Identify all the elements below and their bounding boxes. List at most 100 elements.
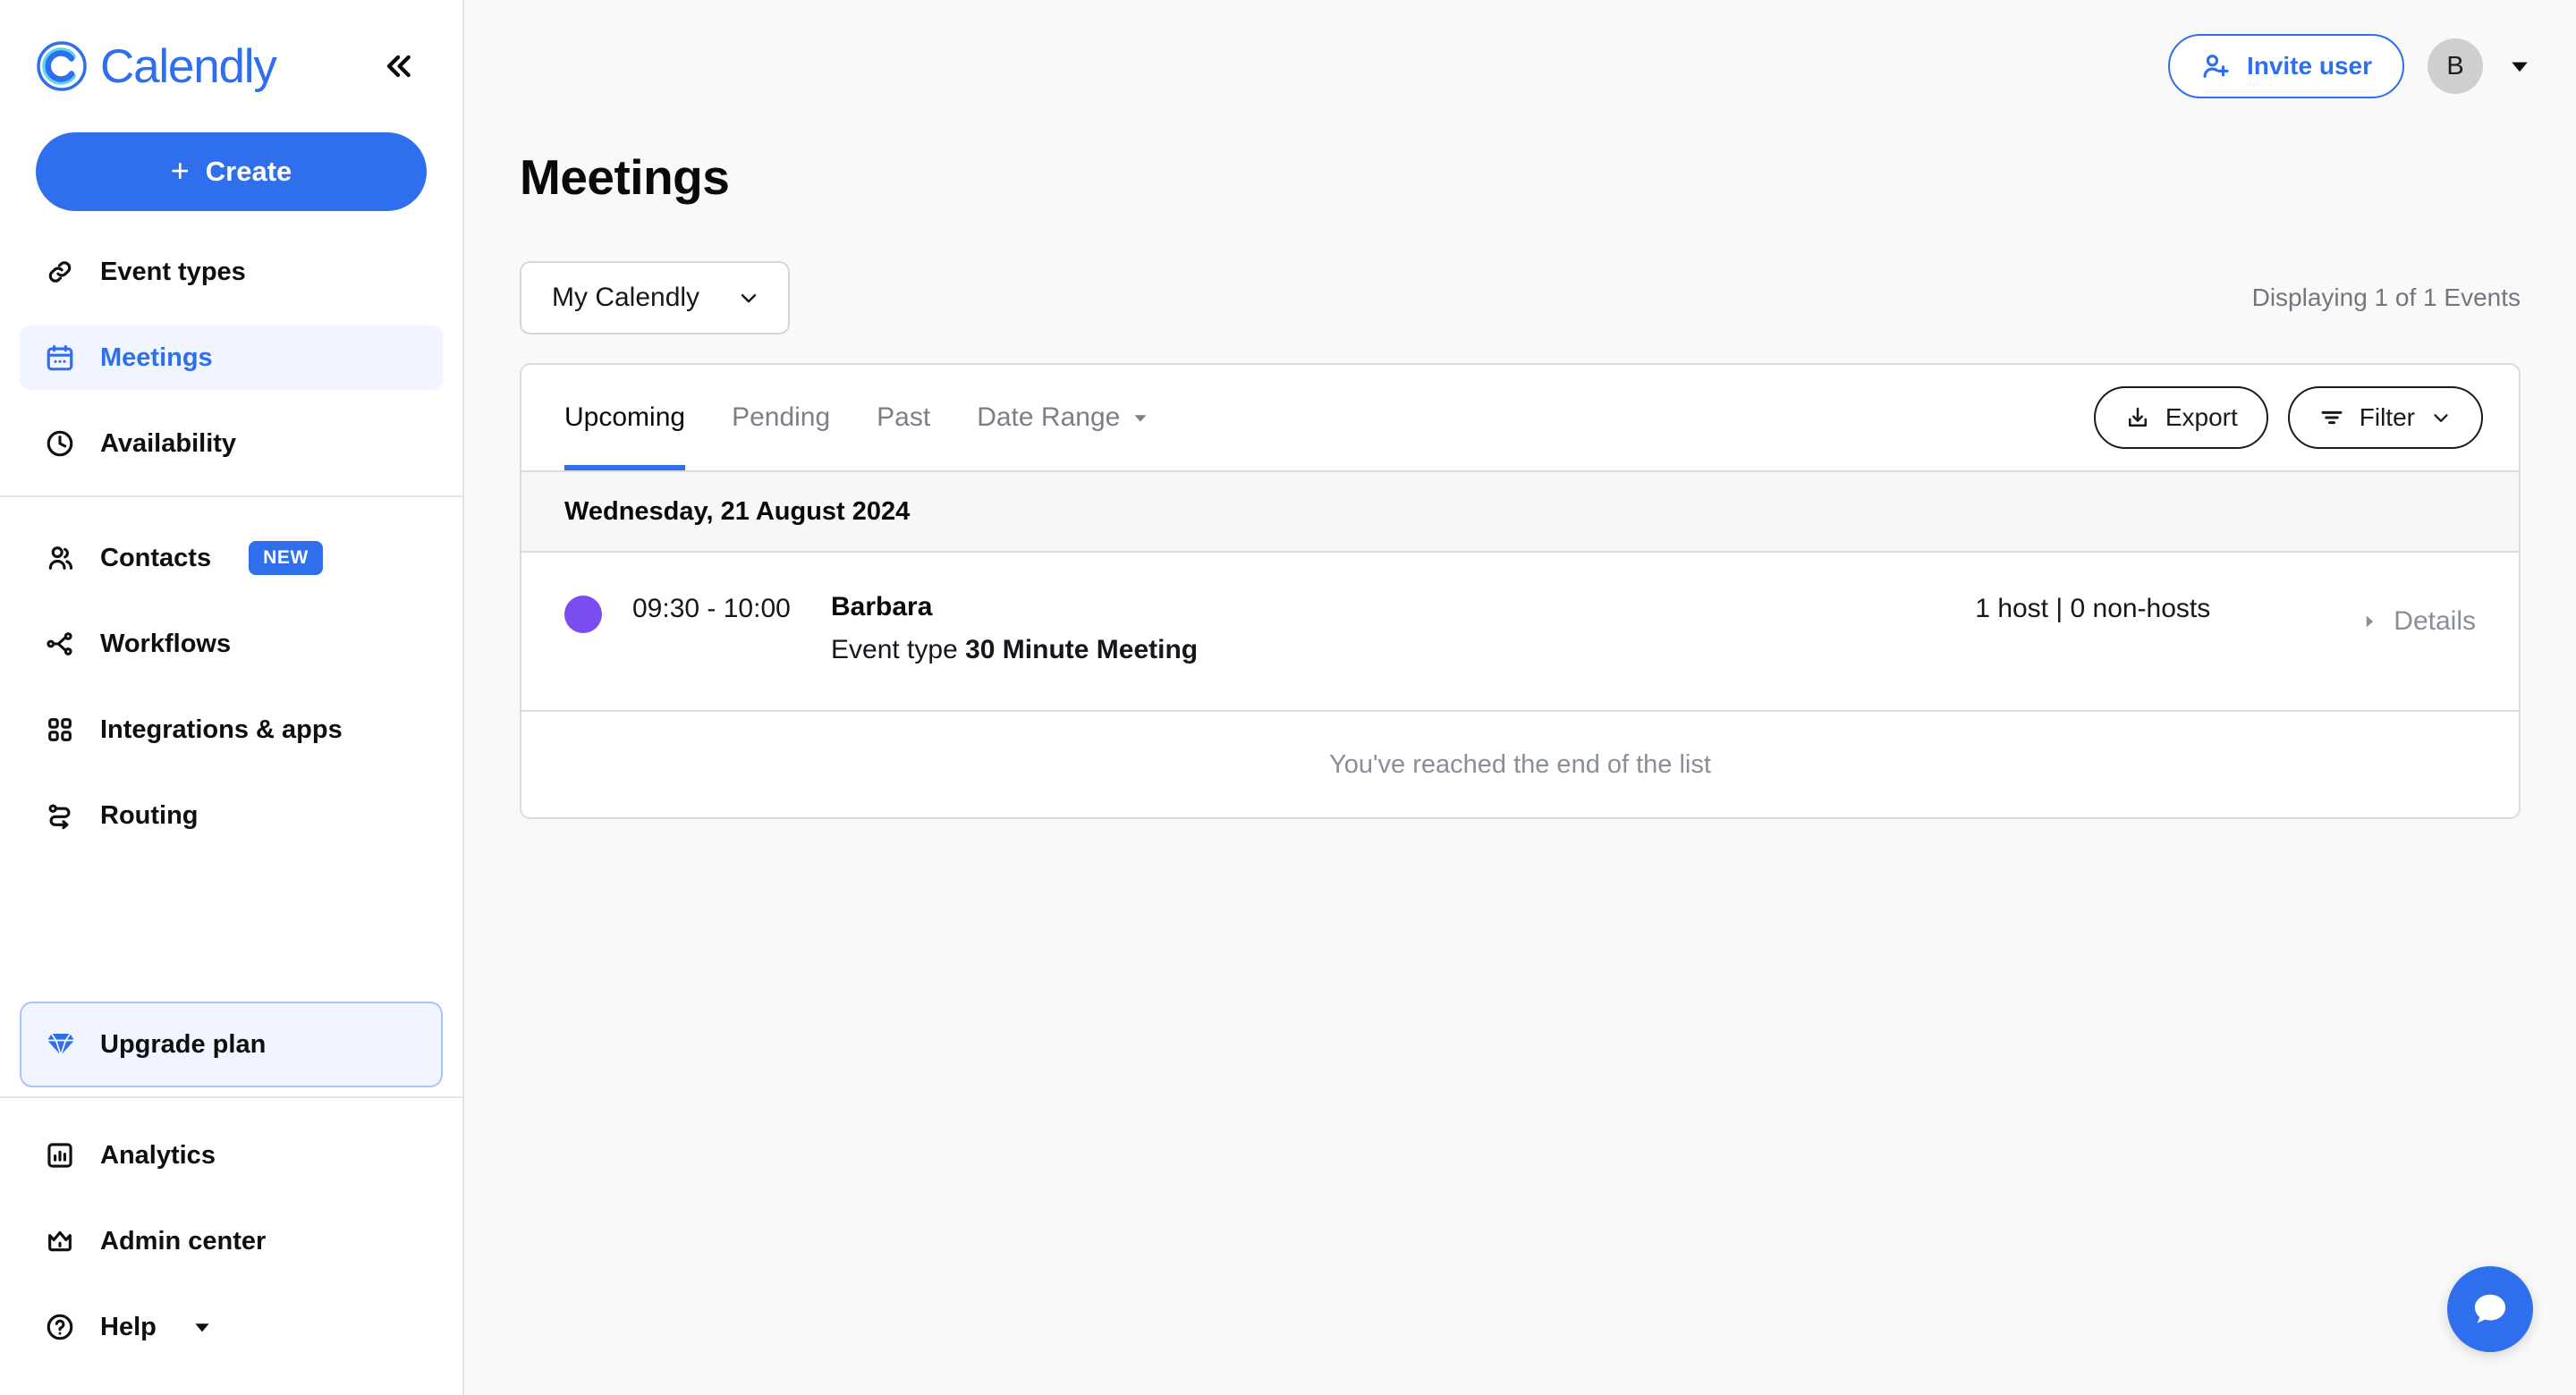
tab-date-range[interactable]: Date Range — [953, 365, 1174, 470]
sidebar-nav-bottom: Analytics Admin center Help — [0, 1096, 462, 1395]
event-color-dot — [564, 596, 602, 633]
displaying-count: Displaying 1 of 1 Events — [2251, 283, 2521, 311]
status-badge-new: NEW — [249, 541, 323, 575]
chevron-down-icon — [736, 285, 761, 310]
sidebar-item-label: Workflows — [100, 629, 232, 658]
workflow-icon — [43, 627, 77, 661]
download-icon — [2124, 404, 2151, 431]
table-row[interactable]: 09:30 - 10:00 Barbara Event type 30 Minu… — [521, 553, 2519, 712]
meeting-info: Barbara Event type 30 Minute Meeting — [831, 592, 1975, 665]
sidebar-header: Calendly — [0, 0, 462, 132]
chevron-down-icon — [2429, 406, 2453, 429]
collapse-sidebar-button[interactable] — [373, 41, 423, 91]
logo-row: Calendly — [36, 0, 427, 132]
calendly-logo-text: Calendly — [100, 39, 277, 93]
invite-user-button[interactable]: Invite user — [2167, 34, 2404, 98]
event-type-name: 30 Minute Meeting — [965, 635, 1199, 664]
sidebar-item-label: Contacts — [100, 543, 212, 572]
sidebar-item-availability[interactable]: Availability — [20, 411, 443, 476]
calendar-icon — [43, 341, 77, 375]
export-label: Export — [2165, 403, 2238, 431]
triangle-down-icon — [1131, 408, 1150, 427]
meeting-details-toggle[interactable]: Details — [2360, 592, 2476, 637]
people-icon — [43, 541, 77, 575]
grid-icon — [43, 713, 77, 747]
avatar[interactable]: B — [2428, 38, 2483, 94]
avatar-initial: B — [2446, 51, 2464, 80]
sidebar-item-contacts[interactable]: Contacts NEW — [20, 526, 443, 590]
date-group-header: Wednesday, 21 August 2024 — [521, 470, 2519, 553]
upgrade-plan-button[interactable]: Upgrade plan — [20, 1002, 443, 1087]
analytics-icon — [43, 1138, 77, 1172]
sidebar-item-label: Analytics — [100, 1140, 216, 1170]
top-bar: Invite user B — [464, 0, 2576, 132]
sidebar-item-label: Availability — [100, 428, 237, 458]
sidebar-item-label: Routing — [100, 800, 199, 830]
end-of-list-message: You've reached the end of the list — [1329, 749, 1711, 779]
meeting-event-type: Event type 30 Minute Meeting — [831, 635, 1975, 665]
chat-bubble-icon — [2468, 1287, 2512, 1332]
account-menu-chevron-down-icon[interactable] — [2506, 53, 2533, 80]
sidebar-nav-secondary: Contacts NEW Workflows Integrations & ap… — [0, 495, 462, 867]
sidebar-item-label: Integrations & apps — [100, 714, 343, 744]
sidebar: Calendly + Create Event types Meetings A… — [0, 0, 464, 1395]
clock-icon — [43, 427, 77, 461]
crown-icon — [43, 1224, 77, 1258]
main-content: Invite user B Meetings My Calendly Displ… — [464, 0, 2576, 1395]
filter-button[interactable]: Filter — [2287, 386, 2483, 449]
upgrade-plan-label: Upgrade plan — [100, 1029, 267, 1059]
tab-past[interactable]: Past — [853, 365, 953, 470]
sidebar-item-label: Admin center — [100, 1226, 267, 1256]
calendly-logo[interactable]: Calendly — [36, 39, 277, 93]
meetings-card: Upcoming Pending Past Date Range Export … — [520, 363, 2521, 819]
sidebar-item-label: Event types — [100, 257, 246, 286]
invite-user-label: Invite user — [2246, 52, 2372, 80]
tab-list: Upcoming Pending Past Date Range — [564, 365, 1174, 470]
sidebar-item-analytics[interactable]: Analytics — [20, 1123, 443, 1188]
sidebar-nav-primary: Event types Meetings Availability — [0, 211, 462, 495]
sidebar-item-admin-center[interactable]: Admin center — [20, 1209, 443, 1273]
sidebar-item-help[interactable]: Help — [20, 1295, 443, 1359]
card-header: Upcoming Pending Past Date Range Export … — [521, 365, 2519, 470]
meeting-host-count: 1 host | 0 non-hosts — [1975, 594, 2211, 623]
tab-pending[interactable]: Pending — [708, 365, 853, 470]
upgrade-plan-wrapper: Upgrade plan — [0, 1002, 462, 1087]
event-type-prefix: Event type — [831, 635, 966, 664]
plus-icon: + — [170, 151, 190, 189]
tab-label: Upcoming — [564, 402, 686, 432]
sidebar-item-meetings[interactable]: Meetings — [20, 326, 443, 390]
question-circle-icon — [43, 1310, 77, 1344]
filter-label: Filter — [2359, 403, 2415, 431]
sidebar-item-label: Help — [100, 1312, 157, 1341]
details-label: Details — [2394, 606, 2476, 636]
meeting-invitee-name: Barbara — [831, 592, 933, 621]
routing-icon — [43, 799, 77, 833]
page-title: Meetings — [520, 149, 730, 205]
chevron-down-icon — [191, 1315, 214, 1339]
card-header-actions: Export Filter — [2093, 386, 2483, 449]
tab-label: Past — [877, 402, 931, 432]
sidebar-item-event-types[interactable]: Event types — [20, 240, 443, 304]
triangle-right-icon — [2360, 612, 2379, 631]
tab-upcoming[interactable]: Upcoming — [564, 365, 708, 470]
app-root: Calendly + Create Event types Meetings A… — [0, 0, 2576, 1395]
sidebar-item-routing[interactable]: Routing — [20, 783, 443, 848]
create-button-label: Create — [205, 156, 292, 187]
sub-bar: My Calendly Displaying 1 of 1 Events — [520, 261, 2521, 334]
export-button[interactable]: Export — [2093, 386, 2268, 449]
sidebar-item-workflows[interactable]: Workflows — [20, 612, 443, 676]
sidebar-item-integrations[interactable]: Integrations & apps — [20, 698, 443, 762]
sidebar-item-label: Meetings — [100, 342, 213, 372]
filter-icon — [2318, 404, 2345, 431]
add-user-icon — [2200, 51, 2231, 81]
link-icon — [43, 255, 77, 289]
create-button[interactable]: + Create — [36, 132, 427, 211]
calendly-scope-select[interactable]: My Calendly — [520, 261, 790, 334]
meeting-time: 09:30 - 10:00 — [632, 594, 791, 623]
chat-support-button[interactable] — [2447, 1266, 2533, 1352]
calendly-scope-value: My Calendly — [552, 283, 700, 312]
diamond-icon — [45, 1028, 77, 1061]
tab-label: Pending — [732, 402, 831, 432]
tab-label: Date Range — [977, 402, 1121, 432]
